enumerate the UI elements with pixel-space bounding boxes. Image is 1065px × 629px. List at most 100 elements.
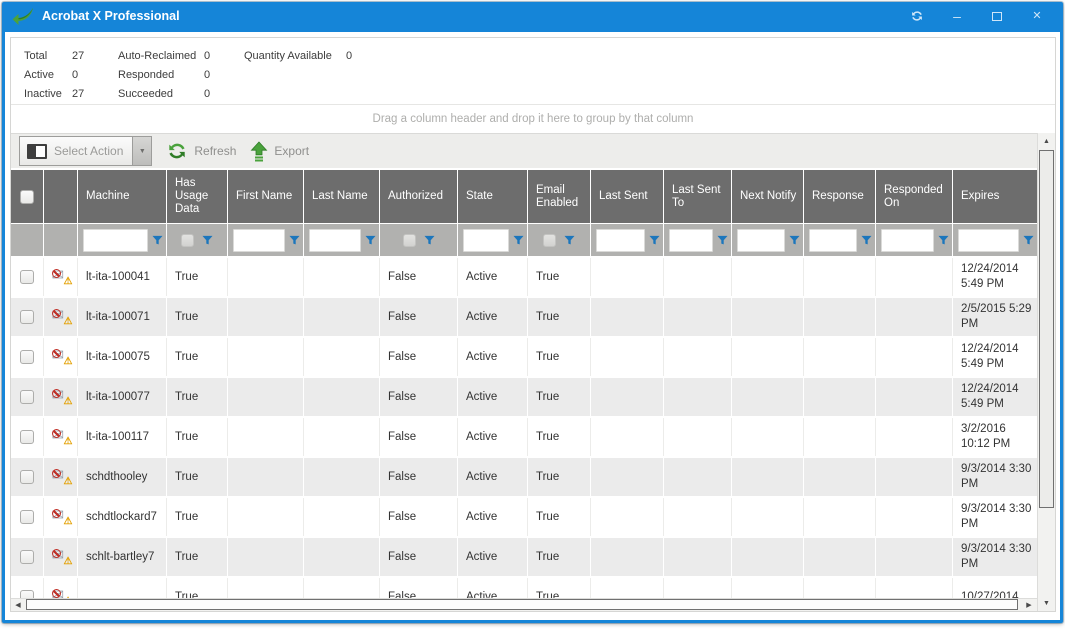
- stat-value: 0: [72, 69, 98, 81]
- cell-value: True: [175, 550, 198, 565]
- column-header-last_sent_to[interactable]: Last Sent To: [664, 170, 732, 223]
- column-header-response[interactable]: Response: [804, 170, 876, 223]
- cell-authorized: False: [380, 338, 458, 376]
- cell-has_usage_data: True: [167, 538, 228, 576]
- group-by-drop-zone[interactable]: Drag a column header and drop it here to…: [11, 104, 1055, 133]
- table-row[interactable]: ✉⚠schdtlockard7TrueFalseActiveTrue9/3/20…: [11, 498, 1037, 538]
- filter-input-responded_on[interactable]: [881, 229, 934, 252]
- column-header-label: Next Notify: [740, 190, 796, 203]
- table-row[interactable]: ✉⚠TrueFalseActiveTrue10/27/2014: [11, 578, 1037, 598]
- filter-input-expires[interactable]: [958, 229, 1019, 252]
- refresh-button[interactable]: Refresh: [166, 140, 236, 162]
- scroll-right-button[interactable]: ▶: [1021, 599, 1037, 611]
- filter-input-last_sent_to[interactable]: [669, 229, 713, 252]
- filter-icon[interactable]: [1023, 235, 1034, 246]
- row-checkbox[interactable]: [20, 470, 34, 484]
- column-header-email_enabled[interactable]: Email Enabled: [528, 170, 591, 223]
- window-refresh-icon[interactable]: [909, 9, 925, 23]
- filter-icon[interactable]: [152, 235, 163, 246]
- row-checkbox[interactable]: [20, 510, 34, 524]
- cell-next_notify: [732, 418, 804, 456]
- cell-state: Active: [458, 338, 528, 376]
- horizontal-scrollbar-thumb[interactable]: [26, 599, 1018, 610]
- column-header-expires[interactable]: Expires: [953, 170, 1037, 223]
- row-checkbox[interactable]: [20, 350, 34, 364]
- filter-checkbox-has_usage_data[interactable]: [181, 234, 194, 247]
- vertical-scrollbar-thumb[interactable]: [1039, 150, 1054, 508]
- filter-cell-last_sent_to: [664, 224, 732, 256]
- filter-icon[interactable]: [424, 235, 435, 246]
- scroll-left-button[interactable]: ◀: [11, 599, 25, 611]
- column-header-machine[interactable]: Machine: [78, 170, 167, 223]
- select-all-checkbox[interactable]: [20, 190, 34, 204]
- filter-icon[interactable]: [289, 235, 300, 246]
- cell-last_sent: [591, 338, 664, 376]
- filter-icon[interactable]: [202, 235, 213, 246]
- scroll-up-button[interactable]: ▲: [1038, 133, 1055, 149]
- filter-icon[interactable]: [649, 235, 660, 246]
- filter-input-response[interactable]: [809, 229, 857, 252]
- table-row[interactable]: ✉⚠lt-ita-100041TrueFalseActiveTrue12/24/…: [11, 258, 1037, 298]
- blocked-icon: [52, 469, 61, 478]
- stat-label: Succeeded: [118, 88, 204, 100]
- column-header-state[interactable]: State: [458, 170, 528, 223]
- filter-icon[interactable]: [938, 235, 949, 246]
- filter-input-machine[interactable]: [83, 229, 148, 252]
- scroll-down-button[interactable]: ▼: [1038, 595, 1055, 611]
- close-button[interactable]: ✕: [1029, 9, 1045, 23]
- cell-email_enabled: True: [528, 378, 591, 416]
- cell-next_notify: [732, 538, 804, 576]
- maximize-button[interactable]: [989, 9, 1005, 23]
- export-button[interactable]: Export: [250, 141, 309, 162]
- filter-input-next_notify[interactable]: [737, 229, 785, 252]
- column-header-first_name[interactable]: First Name: [228, 170, 304, 223]
- filter-input-last_sent[interactable]: [596, 229, 645, 252]
- cell-value: 10/27/2014: [961, 590, 1019, 599]
- filter-icon[interactable]: [513, 235, 524, 246]
- table-row[interactable]: ✉⚠schdthooleyTrueFalseActiveTrue9/3/2014…: [11, 458, 1037, 498]
- column-header-authorized[interactable]: Authorized: [380, 170, 458, 223]
- filter-input-first_name[interactable]: [233, 229, 285, 252]
- filter-checkbox-authorized[interactable]: [403, 234, 416, 247]
- row-checkbox[interactable]: [20, 430, 34, 444]
- column-header-last_sent[interactable]: Last Sent: [591, 170, 664, 223]
- row-checkbox[interactable]: [20, 310, 34, 324]
- row-checkbox[interactable]: [20, 550, 34, 564]
- cell-last_name: [304, 378, 380, 416]
- column-header-icon: [44, 170, 78, 223]
- cell-next_notify: [732, 458, 804, 496]
- filter-input-state[interactable]: [463, 229, 509, 252]
- warning-icon: ⚠: [64, 554, 73, 569]
- column-header-next_notify[interactable]: Next Notify: [732, 170, 804, 223]
- filter-icon[interactable]: [717, 235, 728, 246]
- table-row[interactable]: ✉⚠schlt-bartley7TrueFalseActiveTrue9/3/2…: [11, 538, 1037, 578]
- cell-value: Active: [466, 590, 497, 599]
- cell-icon: ✉⚠: [44, 258, 78, 296]
- horizontal-scrollbar[interactable]: ◀ ▶: [11, 598, 1037, 611]
- cell-value: Active: [466, 390, 497, 405]
- filter-icon[interactable]: [564, 235, 575, 246]
- column-header-responded_on[interactable]: Responded On: [876, 170, 953, 223]
- cell-authorized: False: [380, 498, 458, 536]
- minimize-button[interactable]: –: [949, 9, 965, 23]
- cell-select: [11, 258, 44, 296]
- row-checkbox[interactable]: [20, 270, 34, 284]
- filter-icon[interactable]: [789, 235, 800, 246]
- table-row[interactable]: ✉⚠lt-ita-100117TrueFalseActiveTrue3/2/20…: [11, 418, 1037, 458]
- column-header-has_usage_data[interactable]: Has Usage Data: [167, 170, 228, 223]
- title-bar[interactable]: Acrobat X Professional – ✕: [2, 2, 1063, 30]
- cell-value: 3/2/2016 10:12 PM: [961, 422, 1033, 452]
- row-checkbox[interactable]: [20, 390, 34, 404]
- chevron-down-icon[interactable]: ▼: [132, 137, 151, 165]
- filter-checkbox-email_enabled[interactable]: [543, 234, 556, 247]
- table-row[interactable]: ✉⚠lt-ita-100071TrueFalseActiveTrue2/5/20…: [11, 298, 1037, 338]
- select-action-button[interactable]: Select Action ▼: [19, 136, 152, 166]
- row-checkbox[interactable]: [20, 590, 34, 598]
- vertical-scrollbar[interactable]: ▲ ▼: [1037, 133, 1055, 611]
- table-row[interactable]: ✉⚠lt-ita-100075TrueFalseActiveTrue12/24/…: [11, 338, 1037, 378]
- table-row[interactable]: ✉⚠lt-ita-100077TrueFalseActiveTrue12/24/…: [11, 378, 1037, 418]
- filter-icon[interactable]: [365, 235, 376, 246]
- filter-input-last_name[interactable]: [309, 229, 361, 252]
- filter-icon[interactable]: [861, 235, 872, 246]
- column-header-last_name[interactable]: Last Name: [304, 170, 380, 223]
